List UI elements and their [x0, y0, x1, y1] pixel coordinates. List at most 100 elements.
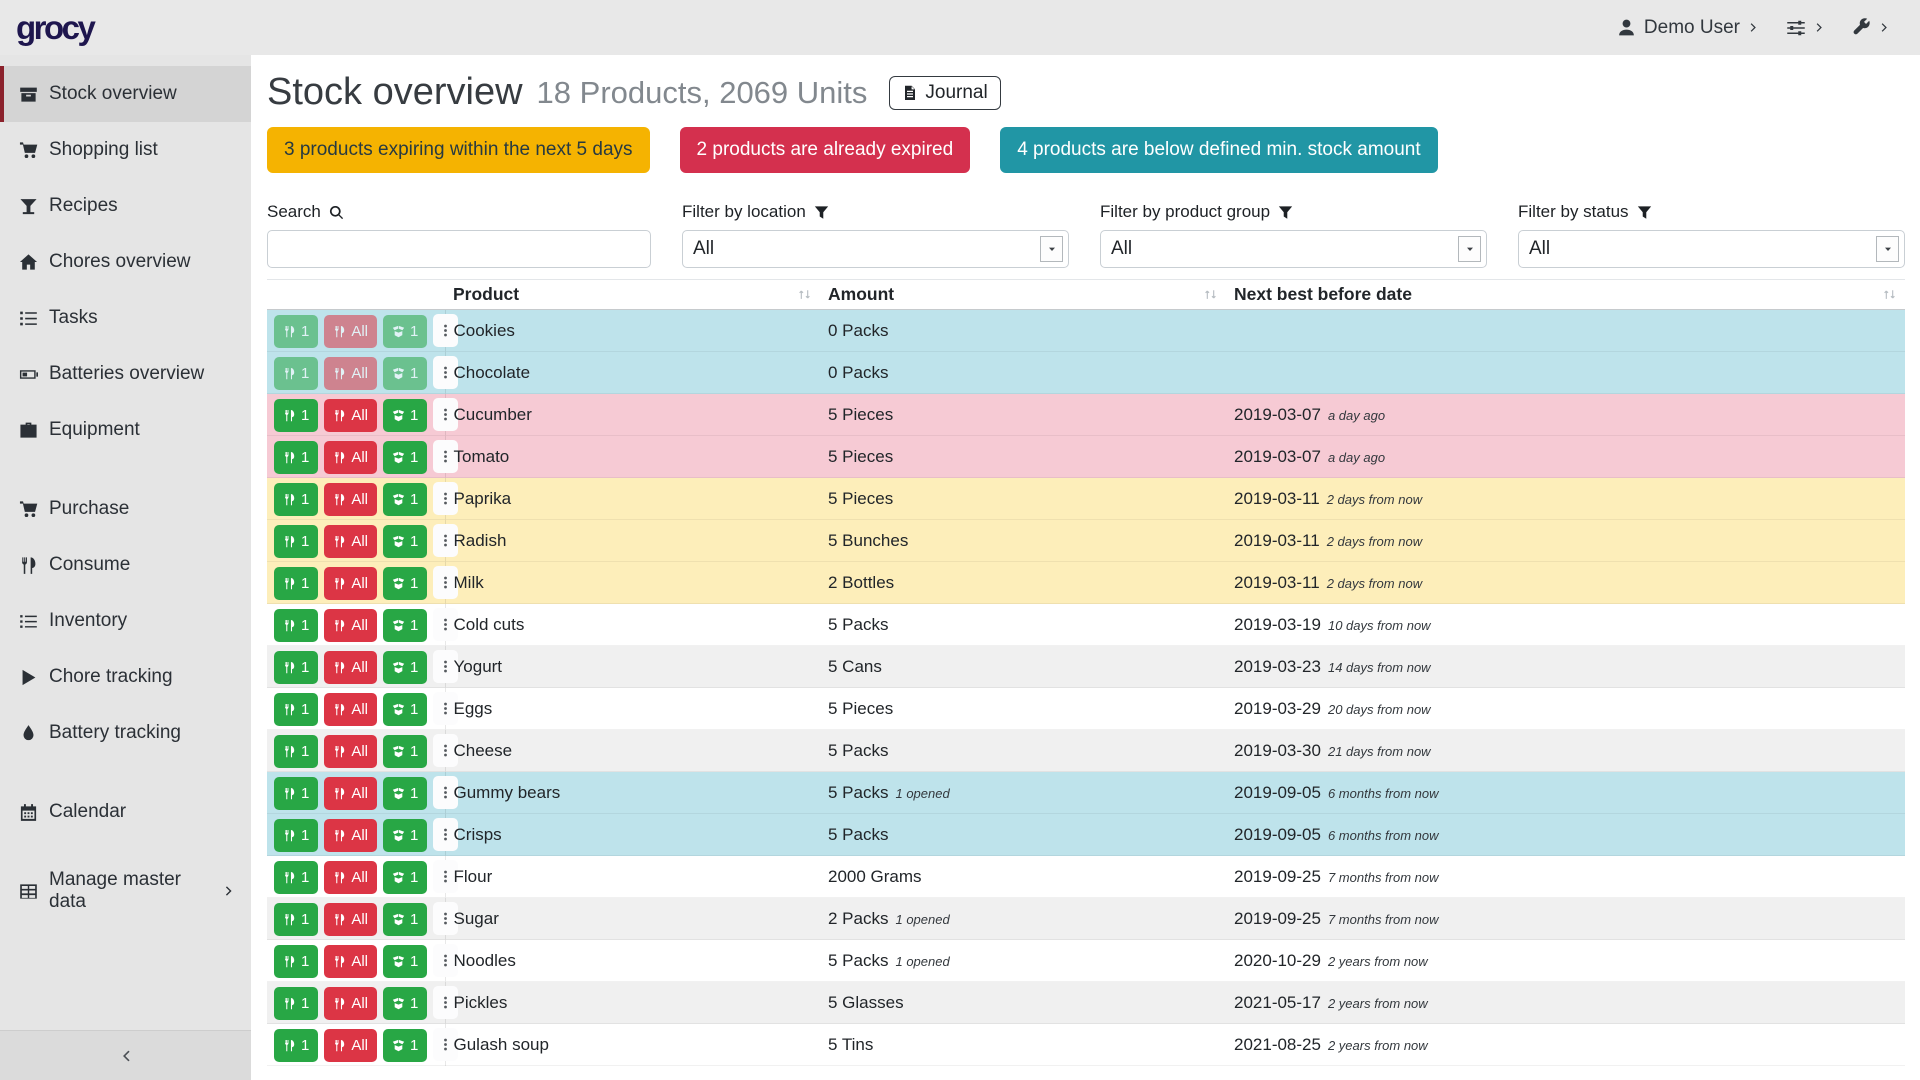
sidebar-item-chore-tracking[interactable]: Chore tracking	[0, 649, 251, 705]
location-filter-select[interactable]: All	[682, 230, 1069, 268]
status-badge-0[interactable]: 3 products expiring within the next 5 da…	[267, 127, 650, 173]
consume-all-button[interactable]: All	[324, 735, 377, 768]
open-one-button[interactable]: 1	[383, 693, 427, 726]
consume-one-button[interactable]: 1	[274, 945, 318, 978]
consume-all-button[interactable]: All	[324, 693, 377, 726]
open-one-button[interactable]: 1	[383, 315, 427, 348]
sidebar-item-batteries-overview[interactable]: Batteries overview	[0, 346, 251, 402]
open-one-button[interactable]: 1	[383, 819, 427, 852]
sidebar-item-purchase[interactable]: Purchase	[0, 481, 251, 537]
button-label: 1	[410, 953, 418, 970]
consume-one-button[interactable]: 1	[274, 861, 318, 894]
consume-all-button[interactable]: All	[324, 609, 377, 642]
consume-one-button[interactable]: 1	[274, 819, 318, 852]
button-label: All	[351, 701, 368, 718]
consume-one-button[interactable]: 1	[274, 651, 318, 684]
consume-one-button[interactable]: 1	[274, 483, 318, 516]
sidebar-item-chores-overview[interactable]: Chores overview	[0, 234, 251, 290]
consume-all-button[interactable]: All	[324, 1029, 377, 1062]
consume-one-button[interactable]: 1	[274, 567, 318, 600]
consume-all-button[interactable]: All	[324, 819, 377, 852]
consume-all-button[interactable]: All	[324, 903, 377, 936]
status-filter-select[interactable]: All	[1518, 230, 1905, 268]
ellipsis-v-icon	[438, 827, 453, 842]
filter-icon	[814, 205, 829, 220]
consume-all-button[interactable]: All	[324, 483, 377, 516]
open-one-button[interactable]: 1	[383, 903, 427, 936]
play-icon	[19, 668, 38, 687]
sidebar-item-manage-master-data[interactable]: Manage master data	[0, 863, 251, 919]
consume-one-button[interactable]: 1	[274, 903, 318, 936]
consume-all-button[interactable]: All	[324, 441, 377, 474]
consume-one-button[interactable]: 1	[274, 1029, 318, 1062]
search-input[interactable]	[267, 230, 651, 268]
open-one-button[interactable]: 1	[383, 651, 427, 684]
open-one-button[interactable]: 1	[383, 357, 427, 390]
date-note: 2 years from now	[1328, 954, 1428, 969]
open-one-button[interactable]: 1	[383, 1029, 427, 1062]
open-one-button[interactable]: 1	[383, 399, 427, 432]
product-group-filter-select[interactable]: All	[1100, 230, 1487, 268]
consume-one-button[interactable]: 1	[274, 987, 318, 1020]
open-box-icon	[392, 367, 405, 380]
consume-all-button[interactable]: All	[324, 525, 377, 558]
consume-all-button[interactable]: All	[324, 861, 377, 894]
consume-all-button[interactable]: All	[324, 651, 377, 684]
open-box-icon	[392, 619, 405, 632]
consume-all-button[interactable]: All	[324, 945, 377, 978]
row-actions-cell: 1All1	[267, 478, 445, 520]
consume-one-button[interactable]: 1	[274, 777, 318, 810]
journal-button[interactable]: Journal	[889, 76, 1000, 110]
consume-all-button[interactable]: All	[324, 777, 377, 810]
consume-all-button[interactable]: All	[324, 315, 377, 348]
consume-one-button[interactable]: 1	[274, 609, 318, 642]
amount-column-header[interactable]: Amount	[820, 280, 1226, 310]
open-one-button[interactable]: 1	[383, 525, 427, 558]
consume-one-button[interactable]: 1	[274, 693, 318, 726]
consume-one-button[interactable]: 1	[274, 315, 318, 348]
sidebar-item-recipes[interactable]: Recipes	[0, 178, 251, 234]
consume-all-button[interactable]: All	[324, 987, 377, 1020]
open-one-button[interactable]: 1	[383, 777, 427, 810]
product-cell: Chocolate	[445, 352, 820, 394]
sidebar-item-tasks[interactable]: Tasks	[0, 290, 251, 346]
settings-menu[interactable]	[1786, 18, 1825, 38]
utensils-icon	[283, 535, 296, 548]
sidebar-item-battery-tracking[interactable]: Battery tracking	[0, 705, 251, 761]
open-one-button[interactable]: 1	[383, 945, 427, 978]
sidebar-item-equipment[interactable]: Equipment	[0, 402, 251, 458]
open-one-button[interactable]: 1	[383, 987, 427, 1020]
open-one-button[interactable]: 1	[383, 483, 427, 516]
sidebar-collapse-button[interactable]	[0, 1030, 251, 1080]
consume-one-button[interactable]: 1	[274, 525, 318, 558]
open-one-button[interactable]: 1	[383, 861, 427, 894]
amount-note: 1 opened	[895, 912, 949, 927]
button-label: 1	[301, 701, 309, 718]
open-one-button[interactable]: 1	[383, 735, 427, 768]
consume-all-button[interactable]: All	[324, 567, 377, 600]
user-menu[interactable]: Demo User	[1617, 17, 1759, 39]
consume-one-button[interactable]: 1	[274, 399, 318, 432]
consume-one-button[interactable]: 1	[274, 441, 318, 474]
open-one-button[interactable]: 1	[383, 567, 427, 600]
admin-menu[interactable]	[1852, 18, 1890, 37]
date-column-header[interactable]: Next best before date	[1226, 280, 1905, 310]
sidebar-item-calendar[interactable]: Calendar	[0, 784, 251, 840]
product-cell: Cold cuts	[445, 604, 820, 646]
open-box-icon	[392, 451, 405, 464]
consume-all-button[interactable]: All	[324, 399, 377, 432]
product-column-header[interactable]: Product	[445, 280, 820, 310]
product-name: Paprika	[454, 489, 512, 508]
consume-all-button[interactable]: All	[324, 357, 377, 390]
status-badge-1[interactable]: 2 products are already expired	[680, 127, 971, 173]
sidebar-item-consume[interactable]: Consume	[0, 537, 251, 593]
sidebar-item-inventory[interactable]: Inventory	[0, 593, 251, 649]
open-one-button[interactable]: 1	[383, 609, 427, 642]
amount-note: 1 opened	[895, 786, 949, 801]
consume-one-button[interactable]: 1	[274, 357, 318, 390]
consume-one-button[interactable]: 1	[274, 735, 318, 768]
sidebar-item-stock-overview[interactable]: Stock overview	[0, 66, 251, 122]
open-one-button[interactable]: 1	[383, 441, 427, 474]
status-badge-2[interactable]: 4 products are below defined min. stock …	[1000, 127, 1437, 173]
sidebar-item-shopping-list[interactable]: Shopping list	[0, 122, 251, 178]
